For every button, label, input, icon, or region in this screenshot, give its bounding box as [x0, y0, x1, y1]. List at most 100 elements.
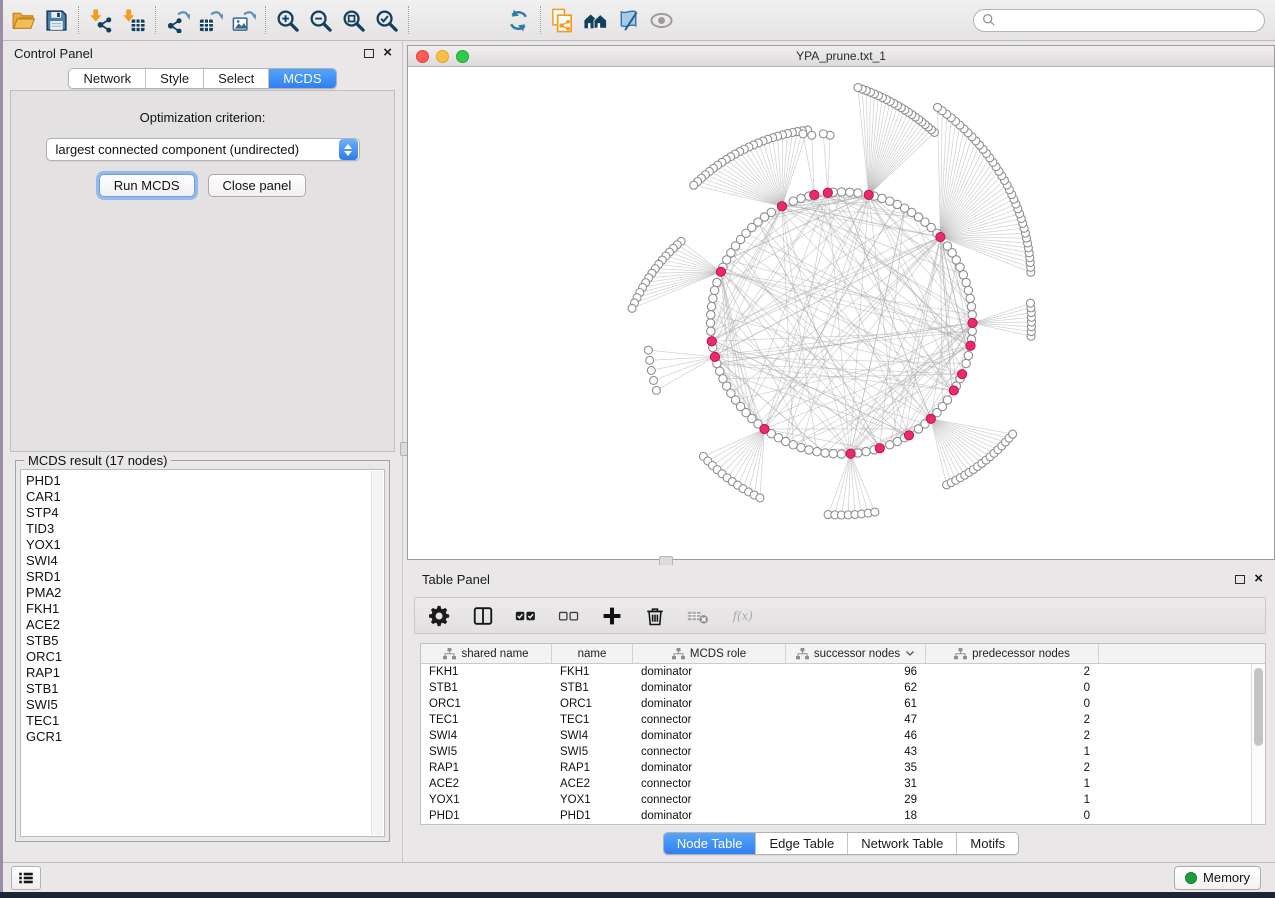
cell-name[interactable]: ACE2	[552, 776, 633, 792]
tab-node-table[interactable]: Node Table	[664, 833, 757, 854]
tab-motifs[interactable]: Motifs	[957, 833, 1018, 854]
cell-shared-name[interactable]: ACE2	[421, 776, 552, 792]
cell-MCDS-role[interactable]: dominator	[633, 664, 786, 680]
cell-predecessor-nodes[interactable]: 2	[926, 728, 1099, 744]
mcds-result-node[interactable]: STB5	[26, 633, 384, 649]
network-canvas[interactable]	[408, 67, 1274, 559]
network-leaf-node[interactable]	[647, 366, 655, 374]
cell-predecessor-nodes[interactable]: 2	[926, 760, 1099, 776]
network-leaf-node[interactable]	[756, 494, 764, 502]
float-panel-icon[interactable]	[364, 49, 374, 58]
network-node[interactable]	[943, 396, 951, 404]
network-leaf-node[interactable]	[628, 304, 636, 312]
network-leaf-node[interactable]	[652, 386, 660, 394]
cell-shared-name[interactable]: SWI5	[421, 744, 552, 760]
cell-MCDS-role[interactable]: dominator	[633, 696, 786, 712]
network-node[interactable]	[837, 450, 845, 458]
mcds-hub-node[interactable]	[716, 267, 725, 276]
column-header-shared-name[interactable]: shared name	[421, 644, 552, 663]
cell-MCDS-role[interactable]: dominator	[633, 760, 786, 776]
hide-selected-eye-button[interactable]	[645, 4, 678, 36]
network-leaf-node[interactable]	[799, 130, 807, 138]
refresh-button[interactable]	[502, 4, 535, 36]
network-node[interactable]	[829, 450, 837, 458]
cell-name[interactable]: ORC1	[552, 696, 633, 712]
network-node[interactable]	[813, 447, 821, 455]
mcds-hub-node[interactable]	[904, 431, 913, 440]
cell-successor-nodes[interactable]: 35	[786, 760, 926, 776]
mcds-hub-node[interactable]	[966, 341, 975, 350]
table-scrollbar-thumb[interactable]	[1254, 668, 1263, 746]
mcds-result-node[interactable]: SWI5	[26, 697, 384, 713]
cell-predecessor-nodes[interactable]: 1	[926, 776, 1099, 792]
cell-successor-nodes[interactable]: 43	[786, 744, 926, 760]
search-input[interactable]	[1001, 13, 1256, 27]
network-node[interactable]	[964, 351, 972, 359]
network-titlebar[interactable]: YPA_prune.txt_1	[408, 46, 1274, 67]
new-network-from-selection-button[interactable]	[546, 4, 579, 36]
cell-successor-nodes[interactable]: 31	[786, 776, 926, 792]
tab-select[interactable]: Select	[204, 69, 269, 88]
close-table-panel-icon[interactable]: ×	[1254, 574, 1263, 584]
gear-button[interactable]	[425, 601, 455, 631]
network-node[interactable]	[797, 443, 805, 451]
zoom-selected-button[interactable]	[370, 4, 403, 36]
cell-MCDS-role[interactable]: dominator	[633, 680, 786, 696]
column-header-predecessor-nodes[interactable]: predecessor nodes	[926, 644, 1099, 663]
add-button[interactable]	[597, 601, 627, 631]
table-row[interactable]: STB1STB1dominator620	[421, 680, 1251, 696]
mcds-result-node[interactable]: GCR1	[26, 729, 384, 745]
automation-panel-button[interactable]	[11, 866, 41, 890]
cell-name[interactable]: PHD1	[552, 808, 633, 824]
memory-button[interactable]: Memory	[1174, 866, 1261, 890]
network-leaf-node[interactable]	[854, 84, 862, 92]
network-leaf-node[interactable]	[650, 376, 658, 384]
cell-successor-nodes[interactable]: 96	[786, 664, 926, 680]
import-network-button[interactable]	[84, 4, 117, 36]
run-mcds-button[interactable]: Run MCDS	[99, 174, 195, 197]
table-row[interactable]: ORC1ORC1dominator610	[421, 696, 1251, 712]
mcds-hub-node[interactable]	[846, 449, 855, 458]
optimization-criterion-select[interactable]: largest connected component (undirected)	[46, 138, 360, 161]
export-table-button[interactable]	[194, 4, 227, 36]
select-all-checks-button[interactable]	[511, 601, 541, 631]
network-node[interactable]	[862, 447, 870, 455]
network-node[interactable]	[709, 294, 717, 302]
cell-name[interactable]: TEC1	[552, 712, 633, 728]
network-node[interactable]	[710, 286, 718, 294]
mcds-result-node[interactable]: SWI4	[26, 553, 384, 569]
network-node[interactable]	[797, 194, 805, 202]
mcds-hub-node[interactable]	[864, 190, 873, 199]
cell-name[interactable]: STB1	[552, 680, 633, 696]
network-node[interactable]	[713, 278, 721, 286]
network-leaf-node[interactable]	[933, 103, 941, 111]
table-row[interactable]: SWI5SWI5connector431	[421, 744, 1251, 760]
network-leaf-node[interactable]	[690, 181, 698, 189]
table-row[interactable]: ACE2ACE2connector311	[421, 776, 1251, 792]
column-header-MCDS-role[interactable]: MCDS role	[633, 644, 786, 663]
network-node[interactable]	[962, 278, 970, 286]
cell-name[interactable]: YOX1	[552, 792, 633, 808]
mcds-hub-node[interactable]	[707, 337, 716, 346]
zoom-out-button[interactable]	[304, 4, 337, 36]
table-row[interactable]: RAP1RAP1dominator352	[421, 760, 1251, 776]
mcds-hub-node[interactable]	[968, 318, 977, 327]
cell-MCDS-role[interactable]: dominator	[633, 808, 786, 824]
mcds-hub-node[interactable]	[810, 190, 819, 199]
network-leaf-node[interactable]	[1009, 430, 1017, 438]
mcds-hub-node[interactable]	[949, 386, 958, 395]
mcds-hub-node[interactable]	[710, 352, 719, 361]
network-leaf-node[interactable]	[644, 346, 652, 354]
cell-predecessor-nodes[interactable]: 0	[926, 680, 1099, 696]
mcds-result-node[interactable]: SRD1	[26, 569, 384, 585]
mcds-hub-node[interactable]	[777, 202, 786, 211]
mcds-result-node[interactable]: STB1	[26, 681, 384, 697]
network-node[interactable]	[789, 441, 797, 449]
table-row[interactable]: FKH1FKH1dominator962	[421, 664, 1251, 680]
zoom-in-button[interactable]	[271, 4, 304, 36]
network-node[interactable]	[707, 327, 715, 335]
mcds-hub-node[interactable]	[760, 424, 769, 433]
network-node[interactable]	[837, 188, 845, 196]
network-node[interactable]	[878, 194, 886, 202]
mcds-result-node[interactable]: STP4	[26, 505, 384, 521]
